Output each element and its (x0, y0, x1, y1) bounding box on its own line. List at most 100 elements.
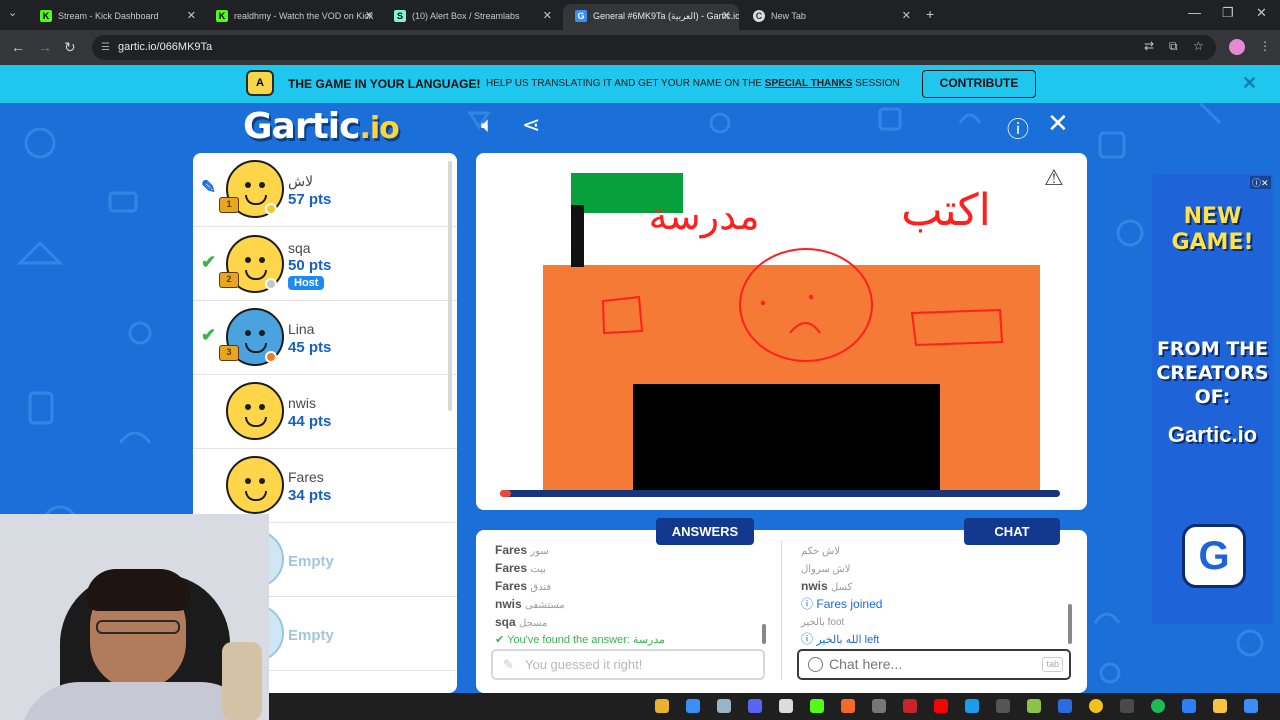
new-tab-icon[interactable]: + (926, 6, 934, 22)
chat-input-placeholder: Chat here... (829, 656, 903, 672)
tab-chat[interactable]: CHAT (964, 518, 1060, 545)
ad-text: CREATORS (1156, 362, 1269, 384)
tab-list-icon[interactable]: ⌄ (8, 6, 17, 19)
empty-label: Empty (288, 627, 334, 644)
browser-tab[interactable]: K realdhmy - Watch the VOD on Kick ✕ (204, 4, 382, 30)
taskbar-app-icon[interactable] (903, 699, 917, 713)
webcam-hair (86, 569, 190, 611)
chat-scrollbar[interactable] (1068, 604, 1072, 644)
taskbar-app-icon[interactable] (655, 699, 669, 713)
taskbar-app-icon[interactable] (841, 699, 855, 713)
site-info-icon[interactable]: ☰ (101, 35, 110, 60)
sound-icon[interactable]: 🔈︎ (481, 112, 494, 138)
chat-text: لاش سروال (801, 564, 851, 575)
player-row[interactable]: ✔ 2 sqa 50 pts Host (193, 228, 457, 301)
bookmark-star-icon[interactable]: ☆ (1193, 39, 1204, 53)
answer-guess: سور (530, 546, 549, 557)
list-item: Fares بيت (495, 560, 665, 578)
taskbar-app-icon[interactable] (1120, 699, 1134, 713)
close-tab-icon[interactable]: ✕ (365, 4, 374, 28)
forward-icon[interactable]: → (38, 39, 52, 55)
player-row[interactable]: nwis 44 pts (193, 375, 457, 449)
edge-icon[interactable] (965, 699, 979, 713)
player-row[interactable]: ✔ 3 Lina 45 pts (193, 301, 457, 375)
medal-icon: 2 (219, 272, 239, 288)
reload-icon[interactable]: ↻ (64, 39, 76, 56)
browser-tab[interactable]: S (10) Alert Box / Streamlabs ✕ (382, 4, 560, 30)
ad-choices-icon[interactable]: ⓘ✕ (1250, 176, 1271, 189)
contribute-button[interactable]: CONTRIBUTE (922, 70, 1036, 98)
translate-icon[interactable]: ⇄ (1144, 39, 1154, 53)
answer-name: Fares (495, 579, 528, 593)
drawn-word-right: اكتب (901, 185, 991, 236)
translation-banner: A THE GAME IN YOUR LANGUAGE! HELP US TRA… (0, 65, 1280, 103)
cast-icon[interactable]: ⧉ (1169, 39, 1178, 54)
taskbar-app-icon[interactable] (1058, 699, 1072, 713)
chat-name: Fares (816, 597, 848, 611)
taskbar-app-icon[interactable] (810, 699, 824, 713)
youtube-icon[interactable] (934, 699, 948, 713)
close-tab-icon[interactable]: ✕ (187, 4, 196, 28)
taskbar-app-icon[interactable] (686, 699, 700, 713)
list-item: لاش سروال (801, 560, 882, 578)
info-icon[interactable]: ⓘ (1007, 112, 1029, 144)
close-tab-icon[interactable]: ✕ (902, 4, 911, 28)
list-item: بالخير foot (801, 613, 882, 631)
close-tab-icon[interactable]: ✕ (722, 4, 731, 28)
avatar (226, 382, 284, 440)
taskbar-app-icon[interactable] (779, 699, 793, 713)
taskbar-app-icon[interactable] (717, 699, 731, 713)
minimize-icon[interactable]: — (1188, 5, 1201, 20)
share-icon[interactable]: ⋖ (522, 112, 540, 138)
window-close-icon[interactable]: ✕ (1256, 5, 1267, 21)
taskbar-app-icon[interactable] (996, 699, 1010, 713)
answer-guess: فندق (530, 582, 552, 593)
banner-text-before: HELP US TRANSLATING IT AND GET YOUR NAME… (486, 78, 762, 89)
answer-input[interactable]: ✎ You guessed it right! (491, 649, 765, 680)
discord-icon[interactable] (748, 699, 762, 713)
browser-tab[interactable]: C New Tab ✕ (741, 4, 919, 30)
chrome-icon[interactable] (1089, 699, 1103, 713)
tab-title: New Tab (771, 11, 806, 21)
chat-list: لاش حكم لاش سروال nwis كسل ⓘ Fares joine… (801, 542, 882, 649)
taskbar-app-icon[interactable] (872, 699, 886, 713)
chat-text: كسل (831, 582, 853, 593)
ad-text: FROM THE (1156, 338, 1269, 360)
close-tab-icon[interactable]: ✕ (543, 4, 552, 28)
tab-answers[interactable]: ANSWERS (656, 518, 754, 545)
browser-tab-active[interactable]: G General #6MK9Ta (العربية) - Gartic.io … (563, 4, 739, 30)
url-input[interactable]: ☰ gartic.io/066MK9Ta (92, 35, 1216, 60)
spotify-icon[interactable] (1151, 699, 1165, 713)
answer-name: Fares (495, 561, 528, 575)
players-scrollbar[interactable] (448, 161, 452, 411)
player-name: Fares (288, 469, 324, 485)
taskbar-app-icon[interactable] (1182, 699, 1196, 713)
exit-game-icon[interactable]: ✕ (1047, 108, 1069, 139)
chat-input[interactable]: Chat here... tab (797, 649, 1071, 680)
logo-main: Gartic (243, 106, 360, 147)
answers-chat-panel: Fares سور Fares بيت Fares فندق nwis مستش… (476, 530, 1087, 693)
player-row[interactable]: Fares 34 pts (193, 449, 457, 523)
taskbar-app-icon[interactable] (1244, 699, 1258, 713)
back-icon[interactable]: ← (11, 39, 25, 55)
info-icon: ⓘ (801, 632, 814, 646)
list-item: sqa مسجل (495, 614, 665, 632)
browser-tab[interactable]: K Stream - Kick Dashboard ✕ (28, 4, 204, 30)
banner-close-icon[interactable]: ✕ (1242, 73, 1257, 94)
report-warning-icon[interactable]: ⚠ (1044, 165, 1064, 191)
webcam-microphone (222, 642, 262, 720)
answers-scrollbar[interactable] (762, 624, 766, 644)
advertisement[interactable]: ⓘ✕ NEW GAME! FROM THE CREATORS OF: Garti… (1152, 174, 1273, 624)
drawn-word-left: مدرسة (649, 194, 760, 238)
profile-avatar-icon[interactable] (1229, 39, 1245, 55)
file-explorer-icon[interactable] (1213, 699, 1227, 713)
menu-kebab-icon[interactable]: ⋮ (1259, 39, 1271, 53)
player-points: 44 pts (288, 413, 332, 430)
list-item: nwis كسل (801, 578, 882, 596)
logo-suffix: .io (359, 111, 399, 146)
taskbar-app-icon[interactable] (1027, 699, 1041, 713)
drawing-canvas[interactable]: اكتب مدرسة ⚠ (476, 153, 1087, 510)
special-thanks-link[interactable]: SPECIAL THANKS (765, 78, 853, 89)
restore-icon[interactable]: ❐ (1222, 5, 1234, 21)
player-row[interactable]: ✎ 1 لاش 57 pts (193, 153, 457, 227)
